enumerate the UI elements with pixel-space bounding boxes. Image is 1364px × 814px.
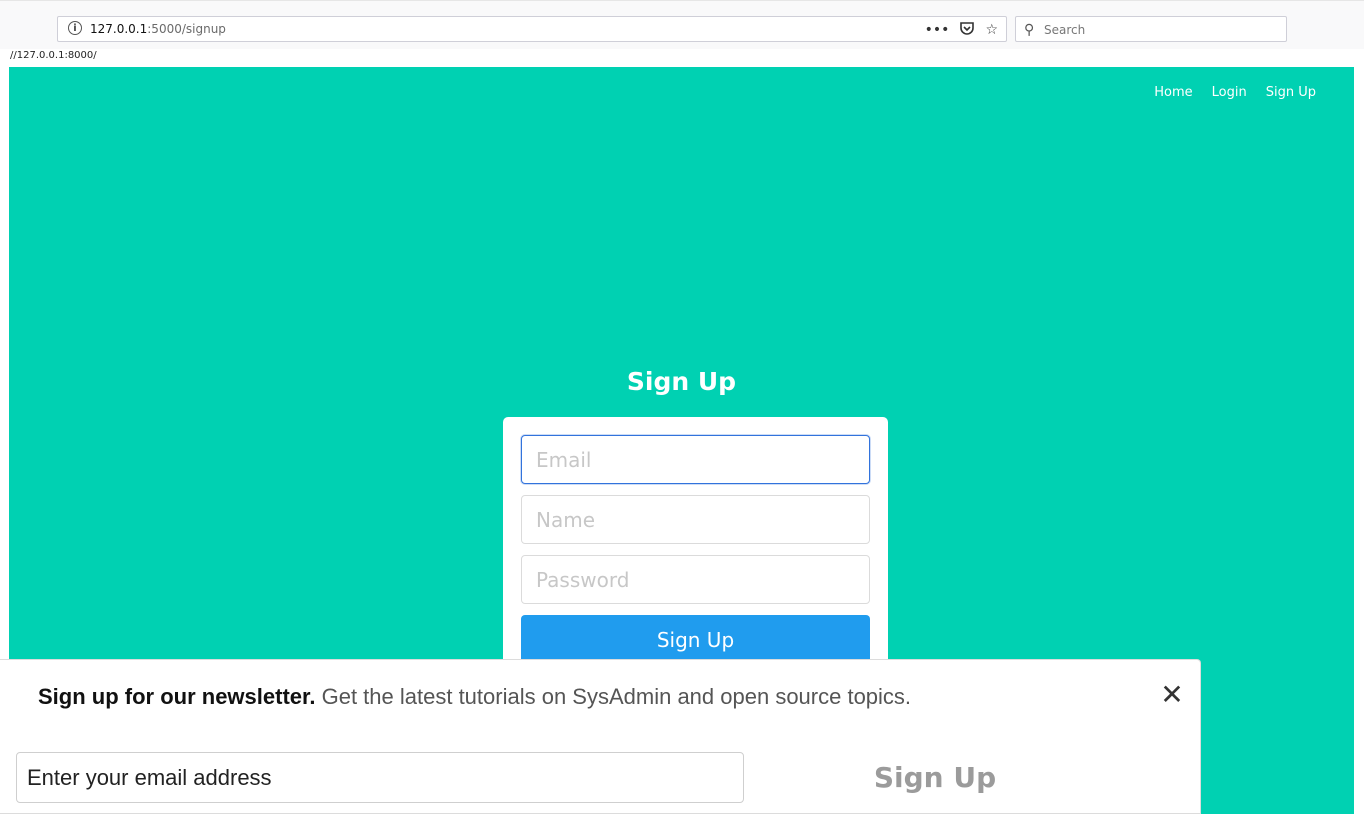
newsletter-headline: Sign up for our newsletter. <box>38 684 316 709</box>
browser-search-box[interactable]: ⚲ Search <box>1015 16 1287 42</box>
search-icon: ⚲ <box>1024 22 1035 38</box>
newsletter-email-input[interactable] <box>16 752 744 803</box>
newsletter-description: Get the latest tutorials on SysAdmin and… <box>321 684 912 709</box>
nav-login[interactable]: Login <box>1212 85 1247 100</box>
newsletter-banner: Sign up for our newsletter. Get the late… <box>0 659 1201 814</box>
search-placeholder: Search <box>1044 23 1086 37</box>
url-text[interactable]: 127.0.0.1:5000/signup <box>90 22 226 36</box>
newsletter-message: Sign up for our newsletter. Get the late… <box>38 684 911 710</box>
url-path: :5000/signup <box>147 22 226 36</box>
signup-form-card: Sign Up <box>503 417 888 677</box>
top-nav: Home Login Sign Up <box>1154 85 1316 100</box>
page-title: Sign Up <box>626 367 737 396</box>
close-icon[interactable]: ✕ <box>1157 680 1187 710</box>
info-icon[interactable]: i <box>68 21 82 35</box>
email-field[interactable] <box>521 435 870 484</box>
url-host: 127.0.0.1 <box>90 22 148 36</box>
signup-button[interactable]: Sign Up <box>521 615 870 665</box>
page-actions-icon[interactable]: ••• <box>925 22 950 38</box>
newsletter-signup-button[interactable]: Sign Up <box>855 755 1015 799</box>
name-field[interactable] <box>521 495 870 544</box>
address-bar[interactable]: i 127.0.0.1:5000/signup ••• ☆ <box>57 16 1007 42</box>
password-field[interactable] <box>521 555 870 604</box>
status-url: //127.0.0.1:8000/ <box>10 50 97 61</box>
pocket-icon[interactable] <box>959 20 975 40</box>
browser-toolbar: i 127.0.0.1:5000/signup ••• ☆ ⚲ Search <box>0 0 1364 49</box>
nav-signup[interactable]: Sign Up <box>1266 85 1316 100</box>
bookmark-star-icon[interactable]: ☆ <box>985 22 998 38</box>
nav-home[interactable]: Home <box>1154 85 1192 100</box>
